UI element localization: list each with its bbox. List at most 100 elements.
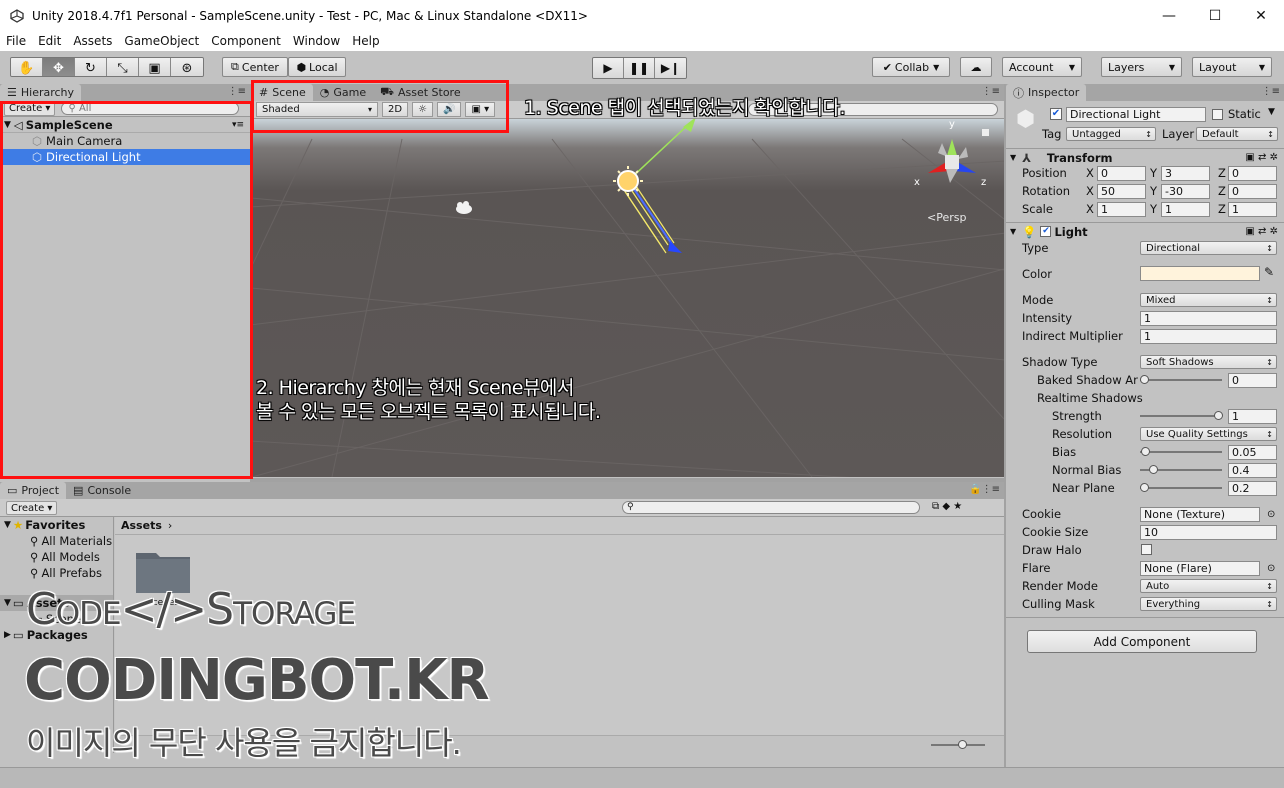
normal-bias-slider-knob[interactable]: [1149, 465, 1158, 474]
baked-angle-slider-knob[interactable]: [1140, 375, 1149, 384]
expand-arrow-icon[interactable]: ▼: [4, 520, 11, 530]
rotate-tool-icon[interactable]: ↻: [75, 58, 107, 76]
account-dropdown[interactable]: Account ▼: [1002, 57, 1082, 77]
projection-label[interactable]: <Persp: [927, 211, 966, 224]
zoom-slider-knob[interactable]: [958, 740, 967, 749]
tab-inspector[interactable]: ⓘ Inspector: [1006, 84, 1087, 101]
scale-y-field[interactable]: 1: [1161, 201, 1210, 217]
tab-hierarchy[interactable]: ☰ Hierarchy: [0, 84, 82, 101]
object-picker-icon[interactable]: ⊙: [1267, 509, 1275, 520]
component-menu-icons[interactable]: ▣ ⇄ ✲: [1245, 152, 1278, 163]
rotation-z-field[interactable]: 0: [1228, 183, 1277, 199]
menu-file[interactable]: File: [0, 34, 32, 48]
normal-bias-field[interactable]: 0.4: [1228, 462, 1277, 478]
collab-button[interactable]: ✔ Collab ▼: [872, 57, 950, 77]
light-enabled-checkbox[interactable]: ✔: [1040, 226, 1052, 237]
near-plane-slider-track[interactable]: [1140, 487, 1222, 489]
light-color-swatch[interactable]: [1140, 266, 1260, 281]
resolution-dropdown[interactable]: Use Quality Settings: [1140, 427, 1277, 441]
light-header[interactable]: ▼ 💡 ✔ Light ▣ ⇄ ✲: [1006, 222, 1284, 240]
position-z-field[interactable]: 0: [1228, 165, 1277, 181]
culling-mask-dropdown[interactable]: Everything: [1140, 597, 1277, 611]
strength-slider-knob[interactable]: [1214, 411, 1223, 420]
menu-edit[interactable]: Edit: [32, 34, 67, 48]
step-button-icon[interactable]: ▶❙: [655, 58, 686, 78]
light-type-dropdown[interactable]: Directional: [1140, 241, 1277, 255]
scale-x-field[interactable]: 1: [1097, 201, 1146, 217]
flare-field[interactable]: None (Flare): [1140, 560, 1260, 576]
transform-tool-icon[interactable]: ⊛: [171, 58, 203, 76]
near-plane-slider-knob[interactable]: [1140, 483, 1149, 492]
shadow-type-dropdown[interactable]: Soft Shadows: [1140, 355, 1277, 369]
active-checkbox[interactable]: ✔: [1050, 108, 1062, 120]
bias-slider-knob[interactable]: [1141, 447, 1150, 456]
pivot-center-button[interactable]: ⧉ Center: [222, 57, 288, 77]
layers-dropdown[interactable]: Layers ▼: [1101, 57, 1182, 77]
render-mode-dropdown[interactable]: Auto: [1140, 579, 1277, 593]
filter-icons[interactable]: ⧉ ◆ ★: [932, 501, 962, 512]
favorites-row[interactable]: ▼ ★ Favorites: [0, 517, 113, 533]
light-mode-dropdown[interactable]: Mixed: [1140, 293, 1277, 307]
rect-tool-icon[interactable]: ▣: [139, 58, 171, 76]
pause-button-icon[interactable]: ❚❚: [624, 58, 655, 78]
expand-arrow-icon[interactable]: ▼: [1010, 227, 1016, 236]
panel-menu-icon[interactable]: ⋮≡: [228, 86, 246, 97]
layer-dropdown[interactable]: Default: [1196, 127, 1278, 141]
tab-console[interactable]: ▤ Console: [66, 482, 138, 499]
menu-help[interactable]: Help: [346, 34, 385, 48]
scale-z-field[interactable]: 1: [1228, 201, 1277, 217]
favorite-item[interactable]: ⚲ All Prefabs: [0, 565, 113, 581]
position-x-field[interactable]: 0: [1097, 165, 1146, 181]
baked-angle-field[interactable]: 0: [1228, 372, 1277, 388]
favorite-item[interactable]: ⚲ All Materials: [0, 533, 113, 549]
object-picker-icon[interactable]: ⊙: [1267, 563, 1275, 574]
baked-angle-slider-track[interactable]: [1140, 379, 1222, 381]
indirect-field[interactable]: 1: [1140, 328, 1277, 344]
move-tool-icon[interactable]: ✥: [43, 58, 75, 76]
component-menu-icons[interactable]: ▣ ⇄ ✲: [1245, 226, 1278, 237]
bias-slider-track[interactable]: [1140, 451, 1222, 453]
scale-row: Scale X 1 Y 1 Z 1: [1006, 200, 1284, 218]
panel-menu-icon[interactable]: ⋮≡: [1262, 86, 1280, 97]
pivot-local-button[interactable]: ⬢ Local: [288, 57, 346, 77]
cookie-field[interactable]: None (Texture): [1140, 506, 1260, 522]
expand-arrow-icon[interactable]: ▼: [1010, 153, 1016, 162]
panel-menu-icon[interactable]: 🔒⋮≡: [969, 484, 1000, 495]
scale-tool-icon[interactable]: ⤡: [107, 58, 139, 76]
static-checkbox[interactable]: [1212, 109, 1223, 120]
add-component-button[interactable]: Add Component: [1027, 630, 1257, 653]
near-plane-field[interactable]: 0.2: [1228, 480, 1277, 496]
chevron-down-icon[interactable]: ▼: [1268, 107, 1275, 117]
minimize-button[interactable]: —: [1146, 0, 1192, 31]
tab-project[interactable]: ▭ Project: [0, 482, 67, 499]
eyedropper-icon[interactable]: ✎: [1264, 265, 1274, 279]
strength-field[interactable]: 1: [1228, 408, 1277, 424]
menu-gameobject[interactable]: GameObject: [118, 34, 205, 48]
rotation-x-field[interactable]: 50: [1097, 183, 1146, 199]
menu-assets[interactable]: Assets: [67, 34, 118, 48]
close-button[interactable]: ✕: [1238, 0, 1284, 31]
expand-arrow-icon[interactable]: ▼: [4, 598, 11, 608]
layout-dropdown[interactable]: Layout ▼: [1192, 57, 1272, 77]
cookie-size-field[interactable]: 10: [1140, 524, 1277, 540]
menu-component[interactable]: Component: [205, 34, 287, 48]
rotation-y-field[interactable]: -30: [1161, 183, 1210, 199]
project-create-button[interactable]: Create ▾: [6, 501, 58, 515]
object-name-field[interactable]: Directional Light: [1066, 107, 1206, 122]
project-search-input[interactable]: ⚲: [622, 501, 920, 514]
collapse-arrow-icon[interactable]: ▶: [4, 630, 11, 640]
position-y-field[interactable]: 3: [1161, 165, 1210, 181]
play-button-icon[interactable]: ▶: [593, 58, 624, 78]
panel-menu-icon[interactable]: ⋮≡: [982, 86, 1000, 97]
hand-tool-icon[interactable]: ✋: [11, 58, 43, 76]
strength-slider-track[interactable]: [1140, 415, 1222, 417]
bias-field[interactable]: 0.05: [1228, 444, 1277, 460]
menu-window[interactable]: Window: [287, 34, 346, 48]
tag-dropdown[interactable]: Untagged: [1066, 127, 1156, 141]
intensity-field[interactable]: 1: [1140, 310, 1277, 326]
cloud-button[interactable]: ☁: [960, 57, 992, 77]
favorite-item[interactable]: ⚲ All Models: [0, 549, 113, 565]
draw-halo-checkbox[interactable]: [1141, 544, 1152, 555]
maximize-button[interactable]: ☐: [1192, 0, 1238, 31]
gizmo-lock-icon[interactable]: [982, 129, 989, 136]
